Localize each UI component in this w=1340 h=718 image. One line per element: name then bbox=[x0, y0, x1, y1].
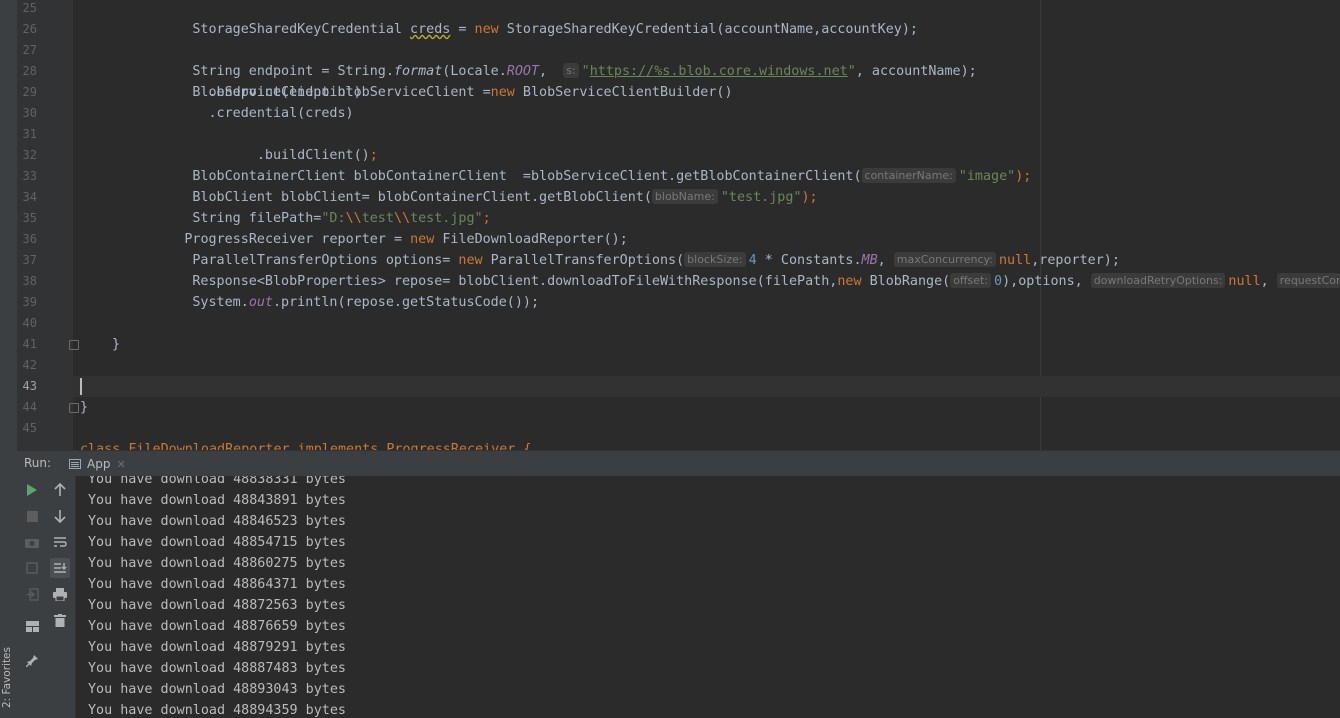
code-line-29[interactable]: 29 .endpoint(endpoint) bbox=[17, 82, 1340, 103]
restore-layout-icon[interactable] bbox=[22, 558, 42, 578]
line-number: 42 bbox=[22, 358, 37, 372]
code-line-37[interactable]: 37 Response<BlobProperties> repose= blob… bbox=[17, 250, 1340, 289]
code-line-25[interactable]: 25 StorageSharedKeyCredential creds = ne… bbox=[17, 0, 1340, 37]
code-token: class FileDownloadReporter implements Pr… bbox=[80, 442, 532, 450]
code-token: .credential(creds) bbox=[144, 106, 354, 121]
favorites-strip: 2: Favorites bbox=[0, 0, 18, 718]
line-number: 29 bbox=[22, 85, 37, 99]
line-number: 43 bbox=[22, 379, 37, 393]
line-number: 32 bbox=[22, 148, 37, 162]
code-line-33[interactable]: 33 BlobClient blobClient= blobContainerC… bbox=[17, 166, 1340, 205]
line-number: 38 bbox=[22, 274, 37, 288]
code-editor[interactable]: 25 StorageSharedKeyCredential creds = ne… bbox=[17, 0, 1340, 450]
line-number: 26 bbox=[22, 22, 37, 36]
line-number: 34 bbox=[22, 190, 37, 204]
console-line: You have download 48843891 bytes bbox=[88, 493, 346, 508]
run-toolbar bbox=[17, 476, 76, 718]
code-line-34[interactable]: 34 String filePath="D:\\test\\test.jpg"; bbox=[17, 187, 1340, 226]
run-tab-app[interactable]: App ✕ bbox=[61, 451, 134, 477]
layout-icon[interactable] bbox=[22, 616, 42, 636]
pin-icon[interactable] bbox=[22, 650, 42, 670]
print-icon[interactable] bbox=[50, 584, 70, 604]
code-line-36[interactable]: 36 ParallelTransferOptions options= new … bbox=[17, 229, 1340, 268]
code-line-30[interactable]: 30 .credential(creds) bbox=[17, 103, 1340, 124]
code-line-42[interactable]: 42 bbox=[17, 355, 1340, 376]
run-panel-header: Run: App ✕ bbox=[17, 450, 1340, 477]
console-line: You have download 48894359 bytes bbox=[88, 703, 346, 718]
favorites-tab[interactable]: 2: Favorites bbox=[1, 647, 13, 708]
console-line: You have download 48860275 bytes bbox=[88, 556, 346, 571]
code-token: } bbox=[80, 400, 89, 415]
console-output[interactable]: You have download 48838331 bytes You hav… bbox=[76, 476, 1340, 718]
code-line-31[interactable]: 31 .buildClient(); bbox=[17, 124, 1340, 163]
code-line-32[interactable]: 32 BlobContainerClient blobContainerClie… bbox=[17, 145, 1340, 184]
console-line: You have download 48887483 bytes bbox=[88, 661, 346, 676]
code-line-35[interactable]: 35 ProgressReceiver reporter = new FileD… bbox=[17, 208, 1340, 247]
line-number: 37 bbox=[22, 253, 37, 267]
code-line-38[interactable]: 38 System.out.println(repose.getStatusCo… bbox=[17, 271, 1340, 310]
stop-icon[interactable] bbox=[22, 506, 42, 526]
code-line-46[interactable]: class FileDownloadReporter implements Pr… bbox=[17, 439, 1340, 450]
code-line-44[interactable]: 44 } bbox=[17, 397, 1340, 418]
scroll-to-end-icon[interactable] bbox=[50, 558, 70, 578]
console-line: You have download 48893043 bytes bbox=[88, 682, 346, 697]
console-line: You have download 48846523 bytes bbox=[88, 514, 346, 529]
code-token: .endpoint(endpoint) bbox=[144, 85, 362, 100]
console-line: You have download 48854715 bytes bbox=[88, 535, 346, 550]
line-number: 44 bbox=[22, 400, 37, 414]
line-number: 36 bbox=[22, 232, 37, 246]
line-number: 33 bbox=[22, 169, 37, 183]
code-line-27[interactable]: 27 String endpoint = String.format(Local… bbox=[17, 40, 1340, 79]
fold-marker-icon[interactable] bbox=[69, 403, 79, 413]
line-number: 41 bbox=[22, 337, 37, 351]
line-number: 25 bbox=[22, 1, 37, 15]
console-icon bbox=[69, 459, 81, 469]
fold-marker-icon[interactable] bbox=[69, 340, 79, 350]
scroll-up-icon[interactable] bbox=[50, 480, 70, 500]
code-line-43[interactable]: 43 bbox=[17, 376, 1340, 397]
trash-icon[interactable] bbox=[50, 610, 70, 630]
line-number: 30 bbox=[22, 106, 37, 120]
code-line-26[interactable]: 26 bbox=[17, 19, 1340, 40]
line-number: 31 bbox=[22, 127, 37, 141]
line-number: 40 bbox=[22, 316, 37, 330]
console-line: You have download 48872563 bytes bbox=[88, 598, 346, 613]
line-number: 39 bbox=[22, 295, 37, 309]
code-line-45[interactable]: 45 bbox=[17, 418, 1340, 439]
run-tab-label: App bbox=[87, 457, 111, 471]
console-line: You have download 48876659 bytes bbox=[88, 619, 346, 634]
close-icon[interactable]: ✕ bbox=[116, 458, 125, 471]
code-line-28[interactable]: 28 BlobServiceClient blobServiceClient =… bbox=[17, 61, 1340, 100]
exit-icon[interactable] bbox=[22, 584, 42, 604]
console-line: You have download 48879291 bytes bbox=[88, 640, 346, 655]
text-caret bbox=[80, 378, 82, 395]
code-line-39[interactable]: 39 bbox=[17, 292, 1340, 313]
console-line: You have download 48864371 bytes bbox=[88, 577, 346, 592]
camera-icon[interactable] bbox=[22, 532, 42, 552]
scroll-down-icon[interactable] bbox=[50, 506, 70, 526]
soft-wrap-icon[interactable] bbox=[50, 532, 70, 552]
run-label: Run: bbox=[24, 456, 52, 470]
line-number: 35 bbox=[22, 211, 37, 225]
code-line-40[interactable]: 40 bbox=[17, 313, 1340, 334]
console-line: You have download 48838331 bytes bbox=[88, 476, 346, 487]
line-number: 45 bbox=[22, 421, 37, 435]
line-number: 27 bbox=[22, 43, 37, 57]
line-number: 28 bbox=[22, 64, 37, 78]
rerun-icon[interactable] bbox=[22, 480, 42, 500]
code-line-41[interactable]: 41 } bbox=[17, 334, 1340, 355]
code-token: } bbox=[112, 337, 121, 352]
